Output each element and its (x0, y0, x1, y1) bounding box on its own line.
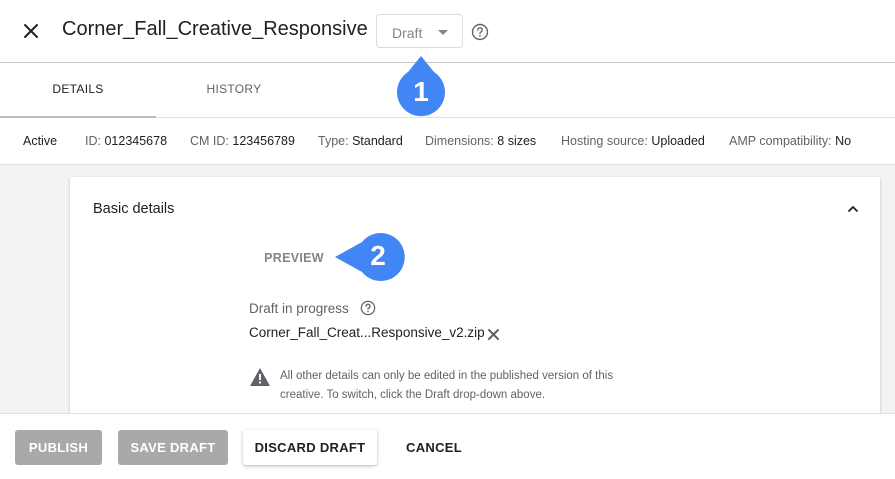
callout-1: 1 (394, 54, 448, 118)
callout-2-number: 2 (370, 240, 386, 271)
tab-details[interactable]: DETAILS (0, 63, 156, 118)
warning-text: All other details can only be edited in … (280, 370, 614, 401)
card-title: Basic details (93, 201, 175, 217)
footer-action-bar: PUBLISH SAVE DRAFT DISCARD DRAFT CANCEL (0, 413, 895, 479)
chevron-down-icon (438, 30, 448, 35)
type-field: Type: Standard (318, 134, 403, 148)
status-text: Active (23, 134, 58, 148)
discard-draft-button[interactable]: DISCARD DRAFT (243, 430, 377, 465)
id-field: ID: 012345678 (85, 134, 167, 148)
help-icon[interactable] (471, 23, 489, 41)
status-dropdown-label: Draft (392, 25, 423, 41)
chevron-up-icon[interactable] (845, 201, 861, 217)
cm-id-label: CM ID: (190, 134, 229, 148)
hosting-field: Hosting source: Uploaded (561, 134, 705, 148)
id-label: ID: (85, 134, 101, 148)
hosting-label: Hosting source: (561, 134, 648, 148)
callout-2: 2 (334, 230, 406, 284)
amp-label: AMP compatibility: (729, 134, 832, 148)
save-draft-button[interactable]: SAVE DRAFT (118, 430, 228, 465)
dimensions-label: Dimensions: (425, 134, 494, 148)
warning-icon (250, 368, 270, 386)
cm-id-field: CM ID: 123456789 (190, 134, 295, 148)
help-icon[interactable] (360, 300, 376, 316)
hosting-value: Uploaded (651, 134, 705, 148)
page-title: Corner_Fall_Creative_Responsive (62, 18, 368, 40)
cancel-button[interactable]: CANCEL (392, 430, 476, 465)
amp-value: No (835, 134, 852, 148)
status-dropdown[interactable]: Draft (376, 14, 463, 48)
dimensions-field: Dimensions: 8 sizes (425, 134, 536, 148)
dimensions-value: 8 sizes (497, 134, 537, 148)
tab-history[interactable]: HISTORY (156, 63, 312, 118)
tab-history-label: HISTORY (206, 82, 262, 96)
tab-details-label: DETAILS (52, 82, 104, 96)
preview-button[interactable]: PREVIEW (254, 243, 334, 273)
cm-id-value: 123456789 (232, 134, 295, 148)
id-value: 012345678 (104, 134, 168, 148)
amp-field: AMP compatibility: No (729, 134, 851, 148)
draft-filename: Corner_Fall_Creat...Responsive_v2.zip (249, 325, 485, 340)
draft-in-progress-label: Draft in progress (249, 301, 349, 316)
close-icon[interactable] (20, 20, 42, 42)
remove-file-icon[interactable] (487, 328, 500, 341)
type-label: Type: (318, 134, 349, 148)
creative-info-row: Active ID: 012345678 CM ID: 123456789 Ty… (0, 118, 895, 165)
publish-button[interactable]: PUBLISH (15, 430, 102, 465)
basic-details-card: Basic details PREVIEW Draft in progress … (70, 177, 880, 417)
creative-editor: Corner_Fall_Creative_Responsive Draft DE… (0, 0, 895, 479)
callout-1-number: 1 (413, 76, 429, 107)
type-value: Standard (352, 134, 403, 148)
